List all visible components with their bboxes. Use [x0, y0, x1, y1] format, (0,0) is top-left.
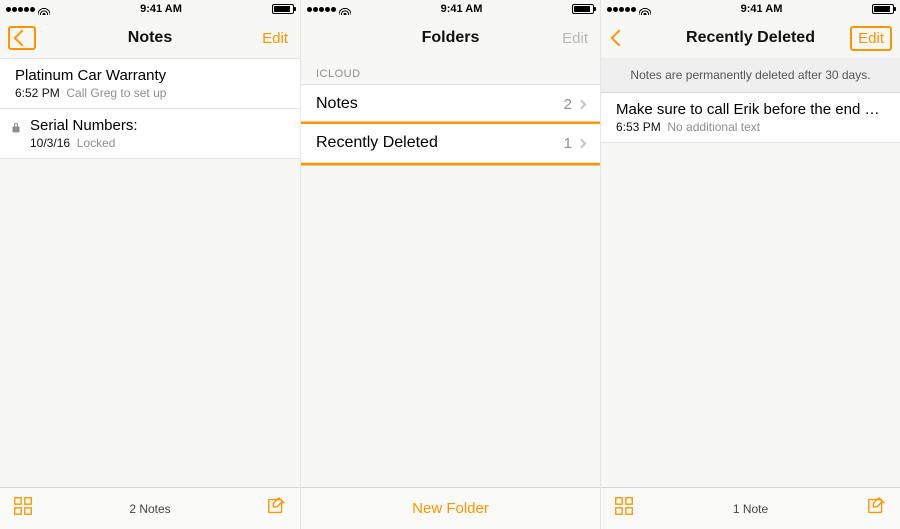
wifi-icon — [38, 3, 50, 15]
grid-icon — [613, 495, 635, 517]
note-timestamp: 6:53 PM — [616, 120, 661, 134]
toolbar: 2 Notes — [0, 487, 300, 529]
note-preview: No additional text — [667, 120, 760, 134]
note-title: Serial Numbers: — [30, 117, 285, 134]
status-time: 9:41 AM — [50, 3, 272, 15]
view-toggle-button[interactable] — [613, 495, 635, 522]
status-bar: 9:41 AM — [301, 0, 600, 18]
folder-count: 2 — [564, 96, 572, 113]
lock-icon — [10, 121, 22, 139]
status-bar: 9:41 AM — [601, 0, 900, 18]
folder-name: Notes — [316, 95, 564, 113]
edit-button[interactable]: Edit — [558, 28, 592, 49]
page-title: Folders — [301, 29, 600, 47]
folder-row-recently-deleted[interactable]: Recently Deleted 1 — [301, 124, 600, 163]
edit-button[interactable]: Edit — [850, 26, 892, 51]
grid-icon — [12, 495, 34, 517]
notes-list: Platinum Car Warranty 6:52 PM Call Greg … — [0, 58, 300, 487]
battery-icon — [272, 4, 294, 14]
back-button[interactable] — [8, 26, 36, 50]
note-title: Make sure to call Erik before the end of… — [616, 101, 885, 118]
status-bar: 9:41 AM — [0, 0, 300, 18]
chevron-right-icon — [577, 138, 587, 148]
chevron-right-icon — [577, 99, 587, 109]
navigation-bar: Folders Edit — [301, 18, 600, 58]
section-header: ICLOUD — [301, 58, 600, 84]
wifi-icon — [639, 3, 651, 15]
note-timestamp: 6:52 PM — [15, 86, 60, 100]
navigation-bar: Notes Edit — [0, 18, 300, 58]
screen-notes-list: 9:41 AM Notes Edit Platinum Car Warranty… — [0, 0, 300, 529]
signal-strength-icon — [607, 7, 636, 12]
compose-icon — [266, 495, 288, 517]
note-title: Platinum Car Warranty — [15, 67, 285, 84]
deleted-notes-list: Notes are permanently deleted after 30 d… — [601, 58, 900, 487]
info-banner: Notes are permanently deleted after 30 d… — [601, 58, 900, 93]
status-time: 9:41 AM — [651, 3, 872, 15]
screen-recently-deleted: 9:41 AM Recently Deleted Edit Notes are … — [600, 0, 900, 529]
page-title: Notes — [0, 29, 300, 47]
folder-name: Recently Deleted — [316, 134, 564, 152]
note-row[interactable]: Platinum Car Warranty 6:52 PM Call Greg … — [0, 58, 300, 109]
compose-icon — [866, 495, 888, 517]
battery-icon — [572, 4, 594, 14]
compose-button[interactable] — [266, 495, 288, 522]
folders-list: ICLOUD Notes 2 Recently Deleted 1 — [301, 58, 600, 487]
note-meta: 6:53 PM No additional text — [616, 120, 885, 134]
note-timestamp: 10/3/16 — [30, 136, 70, 150]
chevron-back-icon — [14, 30, 31, 47]
note-row[interactable]: Serial Numbers: 10/3/16 Locked — [0, 109, 300, 159]
note-preview: Call Greg to set up — [66, 86, 166, 100]
screen-folders: 9:41 AM Folders Edit ICLOUD Notes 2 Rece… — [300, 0, 600, 529]
footer-count: 1 Note — [601, 502, 900, 516]
signal-strength-icon — [307, 7, 336, 12]
compose-button[interactable] — [866, 495, 888, 522]
note-meta: 6:52 PM Call Greg to set up — [15, 86, 285, 100]
toolbar: 1 Note — [601, 487, 900, 529]
navigation-bar: Recently Deleted Edit — [601, 18, 900, 58]
toolbar: New Folder — [301, 487, 600, 529]
footer-count: 2 Notes — [0, 502, 300, 516]
note-meta: 10/3/16 Locked — [30, 136, 285, 150]
folder-count: 1 — [564, 135, 572, 152]
view-toggle-button[interactable] — [12, 495, 34, 522]
status-time: 9:41 AM — [351, 3, 572, 15]
note-row[interactable]: Make sure to call Erik before the end of… — [601, 93, 900, 143]
battery-icon — [872, 4, 894, 14]
new-folder-button[interactable]: New Folder — [301, 500, 600, 517]
back-button[interactable] — [609, 28, 629, 48]
chevron-back-icon — [611, 30, 628, 47]
folder-row[interactable]: Notes 2 — [301, 84, 600, 124]
edit-button[interactable]: Edit — [258, 28, 292, 49]
wifi-icon — [339, 3, 351, 15]
signal-strength-icon — [6, 7, 35, 12]
note-preview: Locked — [77, 136, 116, 150]
